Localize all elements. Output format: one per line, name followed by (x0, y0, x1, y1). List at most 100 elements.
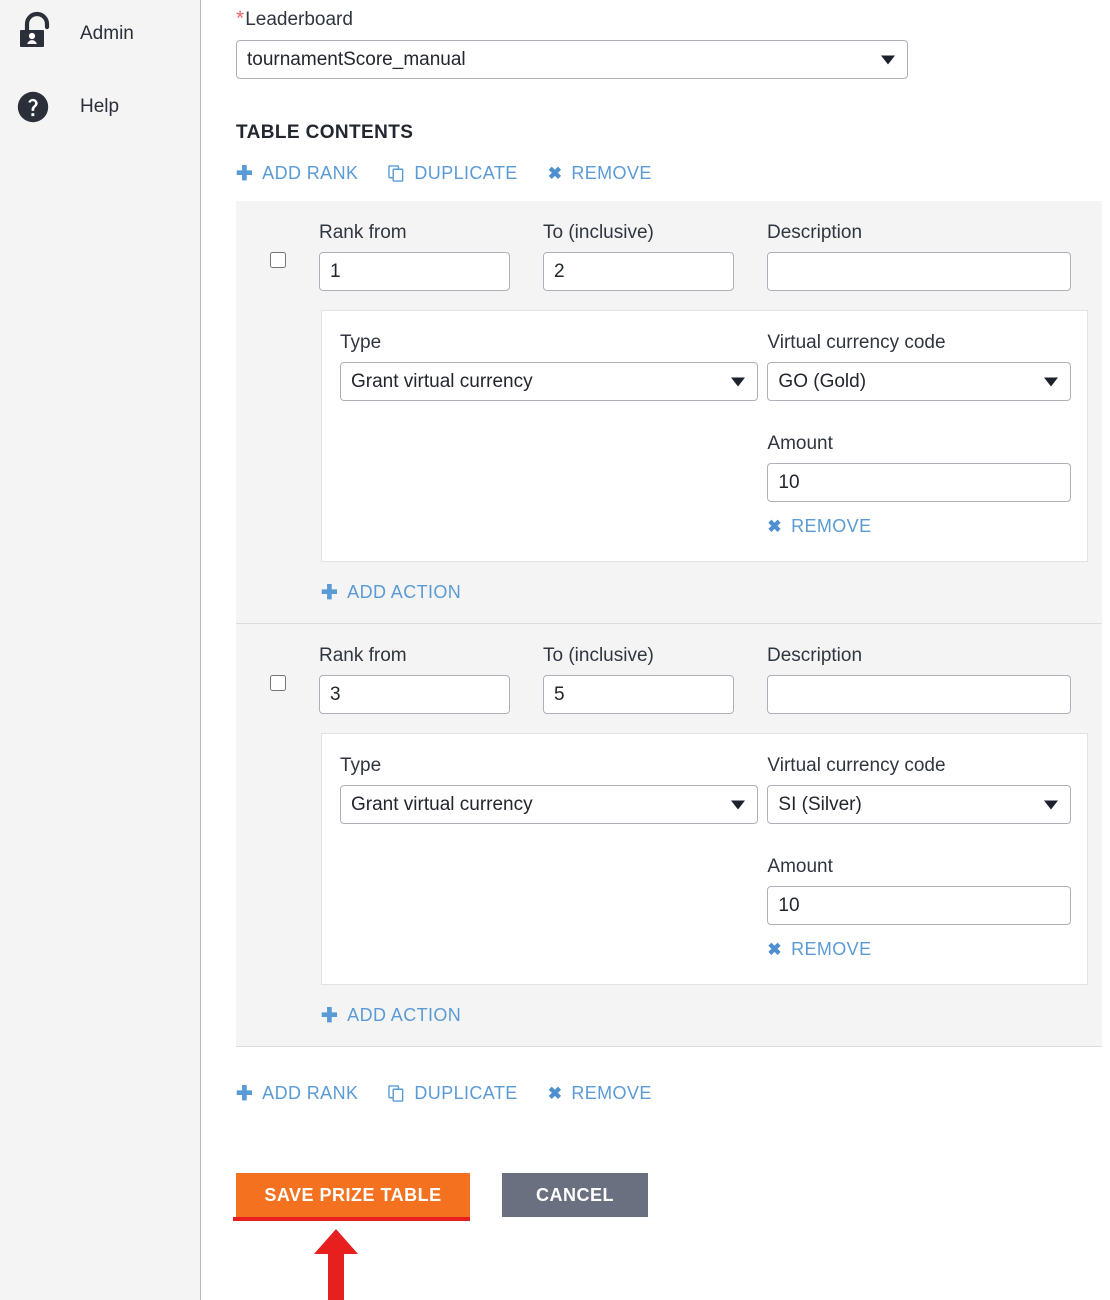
plus-icon: ✚ (321, 1003, 338, 1028)
description-label: Description (767, 646, 1071, 665)
remove-button-top[interactable]: ✖ REMOVE (548, 163, 652, 184)
description-input[interactable] (767, 252, 1071, 291)
rank-row-checkbox[interactable] (270, 675, 286, 691)
duplicate-label-bottom: DUPLICATE (414, 1083, 517, 1104)
remove-button-bottom[interactable]: ✖ REMOVE (548, 1083, 652, 1104)
action-box: Type Grant virtual currency Virtual curr… (321, 733, 1088, 985)
to-inclusive-field: To (inclusive) (543, 223, 734, 291)
leaderboard-select[interactable]: tournamentScore_manual (236, 40, 908, 79)
remove-action-button[interactable]: ✖ REMOVE (767, 516, 871, 537)
form-actions: SAVE PRIZE TABLE CANCEL (236, 1173, 648, 1217)
sidebar-item-help[interactable]: Help (0, 76, 200, 136)
action-currency-column: Virtual currency code GO (Gold) Amount ✖… (767, 333, 1087, 537)
description-field: Description (767, 646, 1071, 714)
rank-from-input[interactable] (319, 675, 510, 714)
rank-from-label: Rank from (319, 646, 510, 665)
close-icon: ✖ (767, 517, 782, 537)
add-rank-button-bottom[interactable]: ✚ ADD RANK (236, 1081, 358, 1106)
action-type-select[interactable]: Grant virtual currency (340, 785, 758, 824)
rank-row: Rank from To (inclusive) Description Typ (236, 201, 1102, 623)
add-rank-label-top: ADD RANK (262, 163, 358, 184)
description-input[interactable] (767, 675, 1071, 714)
add-action-button[interactable]: ✚ ADD ACTION (321, 1003, 461, 1028)
rank-from-input[interactable] (319, 252, 510, 291)
duplicate-button-top[interactable]: DUPLICATE (388, 163, 517, 184)
rank-fields: Rank from To (inclusive) Description (236, 646, 1102, 714)
duplicate-button-bottom[interactable]: DUPLICATE (388, 1083, 517, 1104)
sidebar-item-admin[interactable]: Admin (0, 3, 200, 63)
sidebar-item-label-admin: Admin (80, 24, 134, 43)
rank-row: Rank from To (inclusive) Description Typ (236, 623, 1102, 1046)
description-field: Description (767, 223, 1071, 291)
annotation-underline (233, 1217, 470, 1221)
close-icon: ✖ (548, 1084, 563, 1104)
close-icon: ✖ (767, 940, 782, 960)
leaderboard-label-text: Leaderboard (245, 10, 353, 29)
add-rank-label-bottom: ADD RANK (262, 1083, 358, 1104)
description-label: Description (767, 223, 1071, 242)
add-action-label: ADD ACTION (347, 1005, 461, 1026)
type-label: Type (340, 756, 767, 775)
rank-from-field: Rank from (319, 646, 510, 714)
duplicate-label-top: DUPLICATE (414, 163, 517, 184)
app-window: Admin Help * Leaderboard tournamentScore… (0, 0, 1110, 1300)
amount-field: Amount (767, 857, 1087, 925)
amount-label: Amount (767, 857, 1087, 876)
add-action-wrap: ✚ ADD ACTION (236, 562, 1102, 605)
rank-row-checkbox[interactable] (270, 252, 286, 268)
rank-from-field: Rank from (319, 223, 510, 291)
section-title-table-contents: TABLE CONTENTS (236, 122, 413, 144)
annotation-arrow-icon (306, 1227, 366, 1300)
ranks-panel: Rank from To (inclusive) Description Typ (236, 201, 1102, 1047)
amount-input[interactable] (767, 886, 1071, 925)
virtual-currency-code-label: Virtual currency code (767, 333, 1087, 352)
copy-icon (388, 1085, 405, 1102)
virtual-currency-code-select[interactable]: GO (Gold) (767, 362, 1071, 401)
remove-action-label: REMOVE (791, 939, 871, 960)
table-toolbar-bottom: ✚ ADD RANK DUPLICATE ✖ REMOVE (236, 1081, 652, 1106)
required-asterisk-icon: * (236, 8, 244, 29)
cancel-button[interactable]: CANCEL (502, 1173, 648, 1217)
plus-icon: ✚ (236, 161, 253, 186)
save-prize-table-button[interactable]: SAVE PRIZE TABLE (236, 1173, 470, 1217)
to-inclusive-label: To (inclusive) (543, 223, 734, 242)
action-type-column: Type Grant virtual currency (322, 756, 767, 960)
add-action-label: ADD ACTION (347, 582, 461, 603)
to-inclusive-label: To (inclusive) (543, 646, 734, 665)
unlock-icon (14, 10, 60, 56)
plus-icon: ✚ (236, 1081, 253, 1106)
to-inclusive-input[interactable] (543, 252, 734, 291)
amount-input[interactable] (767, 463, 1071, 502)
rank-from-label: Rank from (319, 223, 510, 242)
type-label: Type (340, 333, 767, 352)
to-inclusive-field: To (inclusive) (543, 646, 734, 714)
add-action-wrap: ✚ ADD ACTION (236, 985, 1102, 1028)
plus-icon: ✚ (321, 580, 338, 605)
leaderboard-field: * Leaderboard tournamentScore_manual (236, 8, 908, 79)
action-type-select[interactable]: Grant virtual currency (340, 362, 758, 401)
leaderboard-label: * Leaderboard (236, 8, 908, 29)
amount-label: Amount (767, 434, 1087, 453)
copy-icon (388, 165, 405, 182)
virtual-currency-code-select[interactable]: SI (Silver) (767, 785, 1071, 824)
add-action-button[interactable]: ✚ ADD ACTION (321, 580, 461, 605)
close-icon: ✖ (548, 164, 563, 184)
amount-field: Amount (767, 434, 1087, 502)
remove-action-button[interactable]: ✖ REMOVE (767, 939, 871, 960)
remove-label-top: REMOVE (571, 163, 651, 184)
action-box: Type Grant virtual currency Virtual curr… (321, 310, 1088, 562)
add-rank-button-top[interactable]: ✚ ADD RANK (236, 161, 358, 186)
remove-label-bottom: REMOVE (571, 1083, 651, 1104)
main-content: * Leaderboard tournamentScore_manual TAB… (201, 0, 1110, 1300)
action-currency-column: Virtual currency code SI (Silver) Amount… (767, 756, 1087, 960)
rank-row-checkbox-wrap (270, 252, 286, 268)
rank-row-checkbox-wrap (270, 675, 286, 691)
virtual-currency-code-label: Virtual currency code (767, 756, 1087, 775)
remove-action-label: REMOVE (791, 516, 871, 537)
question-circle-icon (14, 83, 60, 129)
to-inclusive-input[interactable] (543, 675, 734, 714)
table-toolbar-top: ✚ ADD RANK DUPLICATE ✖ REMOVE (236, 161, 652, 186)
sidebar-item-label-help: Help (80, 97, 119, 116)
sidebar: Admin Help (0, 0, 201, 1300)
rank-fields: Rank from To (inclusive) Description (236, 223, 1102, 291)
